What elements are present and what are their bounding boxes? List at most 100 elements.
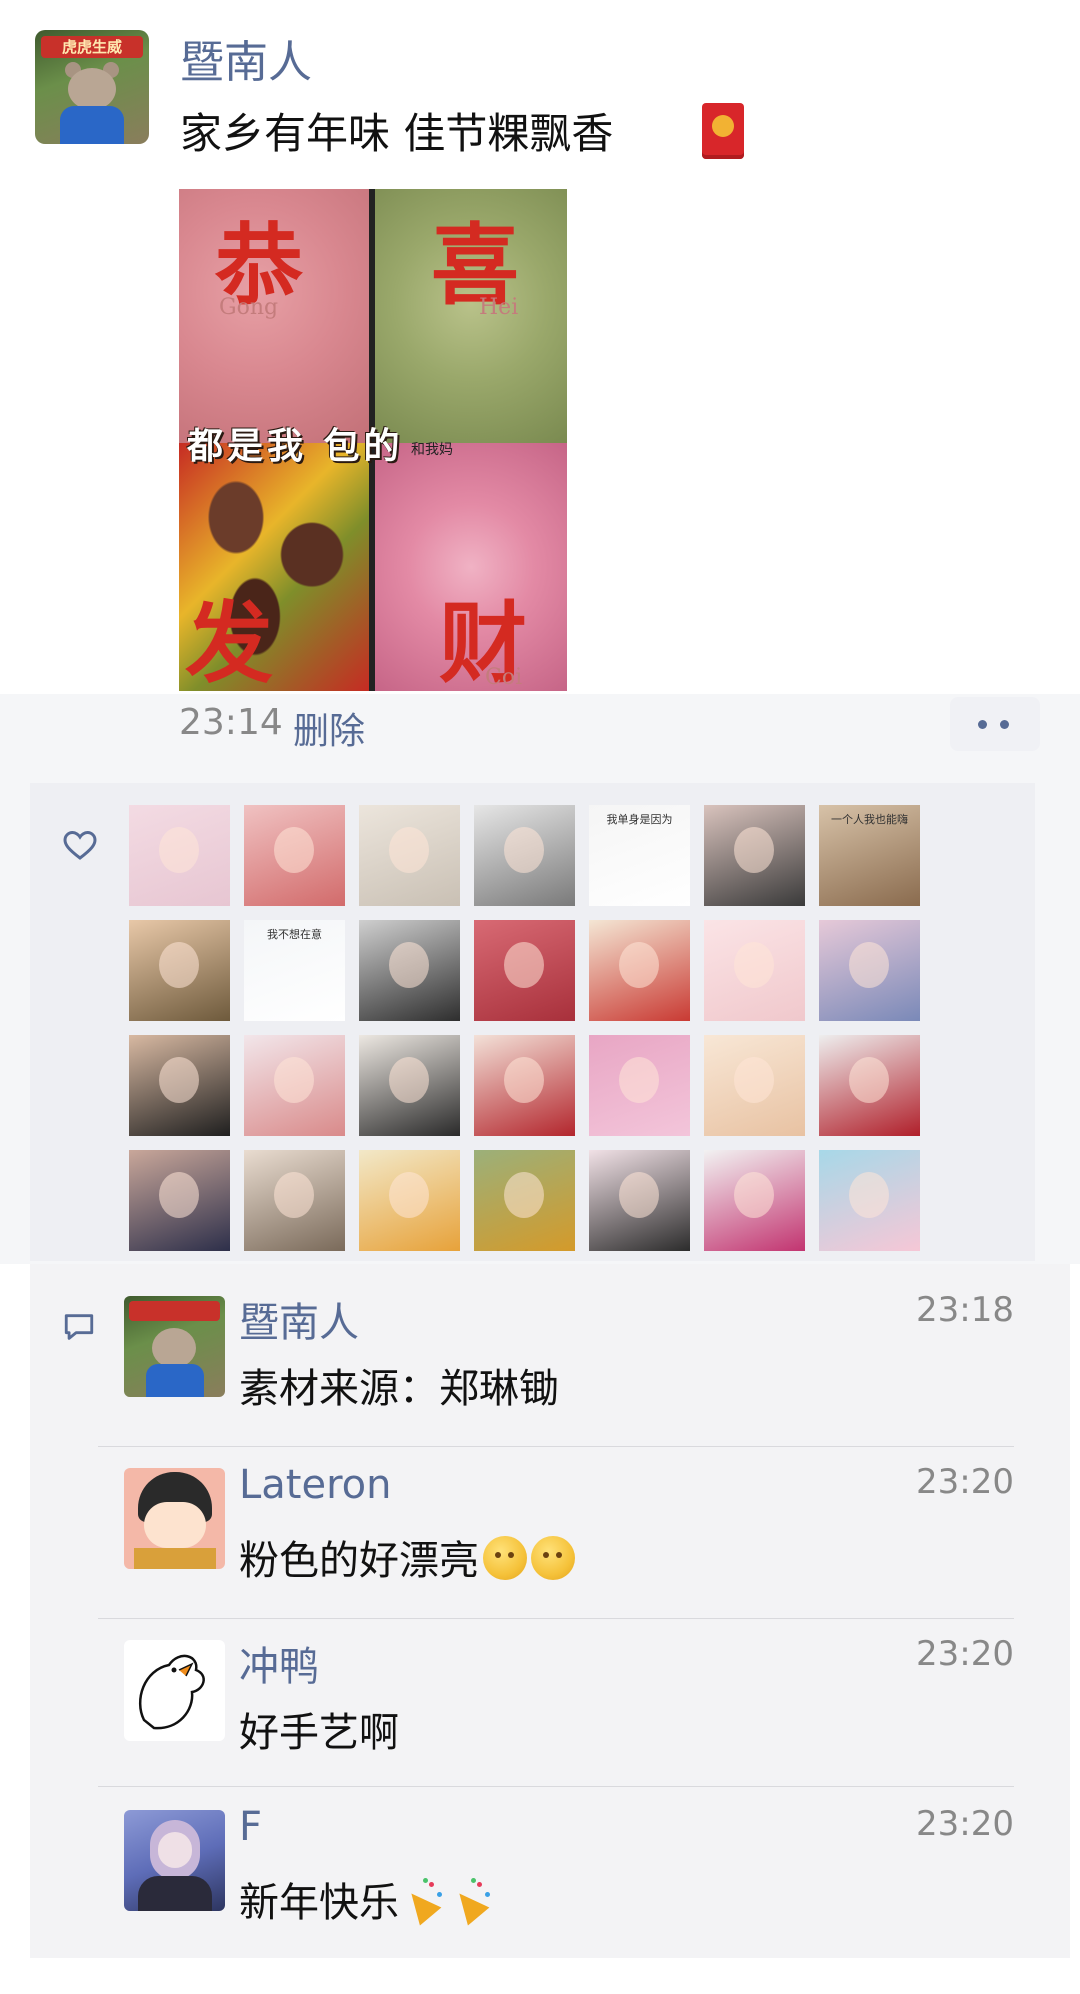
comment-avatar-bear[interactable] <box>124 1296 225 1397</box>
like-avatar-6[interactable] <box>704 805 805 906</box>
like-avatar-8-figure <box>159 942 199 988</box>
like-avatar-14-figure <box>849 942 889 988</box>
comment-text: 素材来源：郑琳锄 <box>239 1366 559 1412</box>
comment-text: 粉色的好漂亮 <box>239 1528 575 1586</box>
like-avatar-4[interactable] <box>474 805 575 906</box>
image-pinyin-coi: Coi <box>485 665 523 690</box>
red-envelope-icon <box>702 103 744 159</box>
comment-time: 23:20 <box>916 1634 1014 1674</box>
like-avatar-15-figure <box>159 1057 199 1103</box>
like-avatar-7-text: 一个人我也能嗨 <box>831 813 908 826</box>
image-pinyin-hei: Hei <box>479 295 519 320</box>
like-avatar-14[interactable] <box>819 920 920 1021</box>
like-avatar-5-text: 我单身是因为 <box>606 813 673 826</box>
like-avatar-26-figure <box>619 1172 659 1218</box>
image-tile-dark-cake: 发 <box>179 443 369 691</box>
wink-face-emoji-icon <box>483 1536 527 1580</box>
comment-avatar-girl[interactable] <box>124 1810 225 1911</box>
poster-name[interactable]: 暨南人 <box>180 26 312 90</box>
comment-text: 新年快乐 <box>239 1870 495 1928</box>
like-avatar-13-figure <box>734 942 774 988</box>
like-avatar-21[interactable] <box>819 1035 920 1136</box>
comment-avatar-duck[interactable] <box>124 1640 225 1741</box>
image-tile-pink-cake: 恭 Gong <box>179 189 369 443</box>
like-avatar-12[interactable] <box>589 920 690 1021</box>
like-avatar-17[interactable] <box>359 1035 460 1136</box>
like-avatar-13[interactable] <box>704 920 805 1021</box>
wink-face-emoji-icon <box>531 1536 575 1580</box>
delete-button[interactable]: 删除 <box>293 702 365 754</box>
more-actions-button[interactable] <box>950 697 1040 751</box>
comment-avatar-maruko[interactable] <box>124 1468 225 1569</box>
like-avatar-25[interactable] <box>474 1150 575 1251</box>
like-avatar-24-figure <box>389 1172 429 1218</box>
comment-author[interactable]: F <box>239 1804 262 1850</box>
like-avatar-3[interactable] <box>359 805 460 906</box>
like-avatar-11-figure <box>504 942 544 988</box>
like-avatar-15[interactable] <box>129 1035 230 1136</box>
like-avatar-8[interactable] <box>129 920 230 1021</box>
like-avatar-7[interactable]: 一个人我也能嗨 <box>819 805 920 906</box>
like-avatar-19[interactable] <box>589 1035 690 1136</box>
image-tile-pink-flower: 财 Coi <box>375 443 567 691</box>
dot-icon <box>978 720 987 729</box>
like-avatar-9[interactable]: 我不想在意 <box>244 920 345 1021</box>
like-avatar-6-figure <box>734 827 774 873</box>
dot-icon <box>1000 720 1009 729</box>
like-avatar-3-figure <box>389 827 429 873</box>
comment-author[interactable]: Lateron <box>239 1462 391 1508</box>
poster-avatar[interactable]: 虎虎生威 <box>35 30 149 144</box>
comment-text-content: 新年快乐 <box>239 1880 399 1926</box>
like-avatar-4-figure <box>504 827 544 873</box>
comment-divider <box>98 1618 1014 1619</box>
like-avatar-27[interactable] <box>704 1150 805 1251</box>
like-avatar-21-figure <box>849 1057 889 1103</box>
image-tile-green-cake: 喜 Hei <box>375 189 567 443</box>
comment-author[interactable]: 冲鸭 <box>239 1634 319 1692</box>
party-popper-emoji-icon <box>448 1878 495 1926</box>
like-avatar-28[interactable] <box>819 1150 920 1251</box>
like-avatar-16[interactable] <box>244 1035 345 1136</box>
like-avatar-9-text: 我不想在意 <box>267 928 322 941</box>
comment-author[interactable]: 暨南人 <box>239 1290 359 1348</box>
comment-time: 23:20 <box>916 1462 1014 1502</box>
image-pinyin-gong: Gong <box>219 295 279 320</box>
post-text: 家乡有年味 佳节粿飘香 <box>180 109 614 158</box>
image-caption: 都是我 包的 <box>187 426 404 467</box>
comment-bubble-icon <box>64 1314 94 1340</box>
like-avatar-11[interactable] <box>474 920 575 1021</box>
like-avatar-10[interactable] <box>359 920 460 1021</box>
like-avatar-2[interactable] <box>244 805 345 906</box>
like-avatar-23-figure <box>274 1172 314 1218</box>
like-avatar-5[interactable]: 我单身是因为 <box>589 805 690 906</box>
like-avatar-20[interactable] <box>704 1035 805 1136</box>
like-avatar-18[interactable] <box>474 1035 575 1136</box>
comment-text-content: 粉色的好漂亮 <box>239 1538 479 1584</box>
like-avatar-12-figure <box>619 942 659 988</box>
like-avatar-28-figure <box>849 1172 889 1218</box>
like-avatar-20-figure <box>734 1057 774 1103</box>
comment-time: 23:18 <box>916 1290 1014 1330</box>
like-avatar-23[interactable] <box>244 1150 345 1251</box>
like-avatar-17-figure <box>389 1057 429 1103</box>
like-avatar-2-figure <box>274 827 314 873</box>
like-avatar-10-figure <box>389 942 429 988</box>
like-avatar-19-figure <box>619 1057 659 1103</box>
comment-text: 好手艺啊 <box>239 1710 399 1756</box>
party-popper-emoji-icon <box>400 1878 447 1926</box>
like-avatar-22[interactable] <box>129 1150 230 1251</box>
like-avatar-25-figure <box>504 1172 544 1218</box>
post-time: 23:14 <box>179 702 283 743</box>
image-char-fa: 发 <box>185 591 274 691</box>
heart-icon <box>63 830 97 860</box>
like-avatar-16-figure <box>274 1057 314 1103</box>
post-image[interactable]: 恭 Gong 喜 Hei 发 财 Coi 都是我 包的 和我妈 <box>179 189 567 691</box>
comment-divider <box>98 1446 1014 1447</box>
image-caption-small: 和我妈 <box>411 442 453 458</box>
like-avatar-22-figure <box>159 1172 199 1218</box>
like-avatar-24[interactable] <box>359 1150 460 1251</box>
like-avatar-1[interactable] <box>129 805 230 906</box>
like-avatar-26[interactable] <box>589 1150 690 1251</box>
like-avatar-27-figure <box>734 1172 774 1218</box>
comment-divider <box>98 1786 1014 1787</box>
